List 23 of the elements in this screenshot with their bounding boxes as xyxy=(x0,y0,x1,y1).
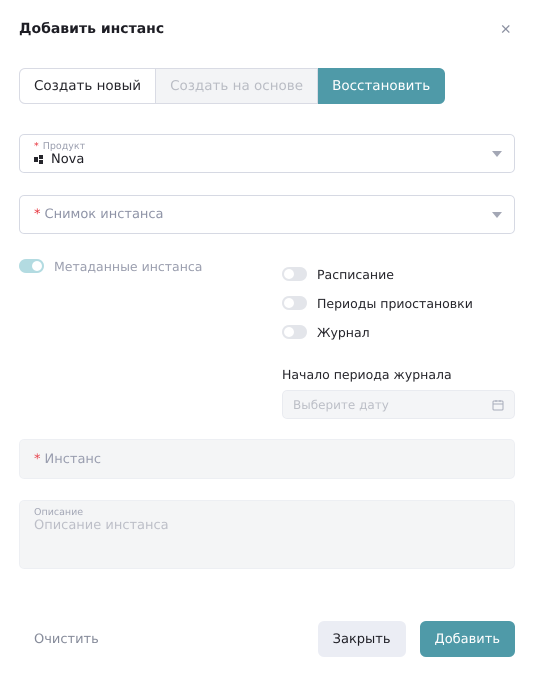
caret-icon xyxy=(492,150,502,156)
clear-button[interactable]: Очистить xyxy=(19,621,114,657)
dialog-title: Добавить инстанс xyxy=(19,21,164,37)
toggle-label: Расписание xyxy=(317,266,394,282)
toggle-label: Журнал xyxy=(317,324,370,340)
snapshot-select[interactable]: * Снимок инстанса xyxy=(19,195,515,234)
toggle-label: Метаданные инстанса xyxy=(54,258,202,274)
toggle-switch[interactable] xyxy=(282,325,307,339)
mode-tab[interactable]: Восстановить xyxy=(318,68,446,104)
toggle-switch[interactable] xyxy=(282,296,307,310)
toggle-label: Периоды приостановки xyxy=(317,296,473,310)
close-button[interactable]: Закрыть xyxy=(318,621,406,657)
product-icon xyxy=(34,154,44,164)
product-select[interactable]: * Продукт Nova xyxy=(19,134,515,173)
toggle-switch[interactable] xyxy=(282,267,307,281)
caret-icon xyxy=(492,212,502,218)
add-button[interactable]: Добавить xyxy=(420,621,515,657)
product-value: Nova xyxy=(51,152,84,166)
field-label: * Продукт xyxy=(34,140,86,152)
close-button[interactable]: × xyxy=(496,18,515,40)
field-label: Начало периода журнала xyxy=(282,367,453,382)
mode-tab[interactable]: Создать новый xyxy=(19,68,156,104)
calendar-icon xyxy=(492,398,504,410)
